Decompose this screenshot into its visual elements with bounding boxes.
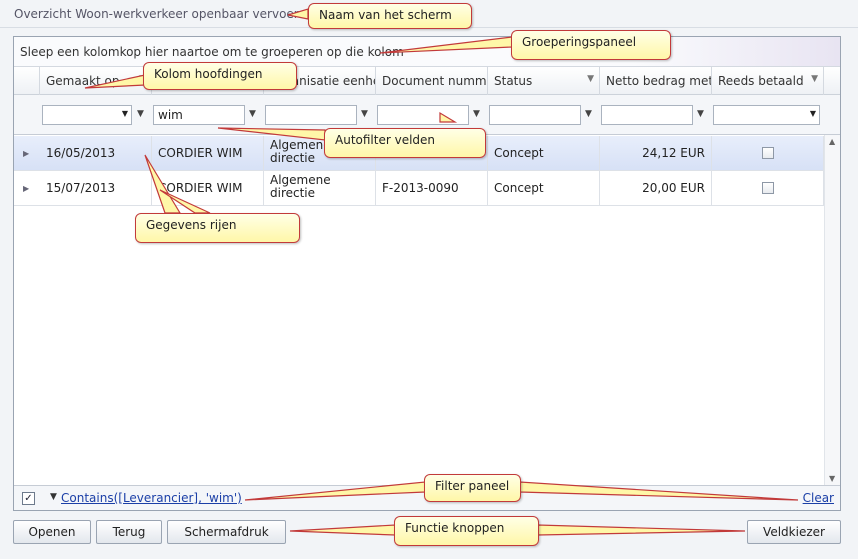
group-panel-text: Sleep een kolomkop hier naartoe om te gr… — [20, 45, 404, 59]
callout-function-buttons: Functie knoppen — [394, 516, 539, 546]
filter-enabled-checkbox[interactable]: ✓ — [22, 492, 35, 505]
cell-status: Concept — [488, 136, 600, 171]
column-header-document-nummer[interactable]: Document nummer — [376, 67, 488, 95]
column-header-status[interactable]: Status ▼ — [488, 67, 600, 95]
callout-screen-name: Naam van het scherm — [308, 3, 472, 29]
field-chooser-button[interactable]: Veldkiezer — [747, 520, 841, 544]
scroll-down-icon[interactable]: ▼ — [829, 474, 835, 483]
column-header-label: Reeds betaald — [718, 74, 804, 88]
autofilter-netto-bedrag[interactable] — [601, 105, 693, 125]
filter-icon[interactable]: ▼ — [249, 109, 256, 119]
column-header-netto-bedrag[interactable]: Netto bedrag met — [600, 67, 712, 95]
cell-reeds-betaald — [712, 136, 824, 171]
filter-icon[interactable]: ▼ — [585, 109, 592, 119]
clear-filter-link[interactable]: Clear — [803, 491, 834, 505]
cell-reeds-betaald — [712, 171, 824, 206]
column-header-label: Document nummer — [382, 74, 488, 88]
callout-group-panel: Groeperingspaneel — [511, 30, 671, 60]
filter-icon[interactable]: ▼ — [697, 109, 704, 119]
filter-icon[interactable]: ▼ — [361, 109, 368, 119]
autofilter-gemaakt-op[interactable]: ▼ — [42, 105, 132, 125]
filter-icon[interactable]: ▼ — [811, 74, 818, 84]
paid-checkbox[interactable] — [762, 147, 774, 159]
header-expander — [14, 67, 40, 95]
filter-icon[interactable]: ▼ — [473, 109, 480, 119]
table-row[interactable]: ▶ 15/07/2013 CORDIER WIM Algemene direct… — [14, 171, 824, 206]
cell-organisatie-eenheid: Algemene directie — [264, 171, 376, 206]
callout-data-rows: Gegevens rijen — [135, 213, 300, 243]
autofilter-status[interactable] — [489, 105, 581, 125]
filter-icon[interactable]: ▼ — [137, 109, 144, 119]
autofilter-leverancier[interactable]: wim — [153, 105, 245, 125]
dropdown-arrow-icon[interactable]: ▼ — [810, 109, 816, 118]
column-header-reeds-betaald[interactable]: Reeds betaald ▼ — [712, 67, 824, 95]
cell-netto-bedrag: 24,12 EUR — [600, 136, 712, 171]
cell-netto-bedrag: 20,00 EUR — [600, 171, 712, 206]
row-expand-icon[interactable]: ▶ — [23, 184, 29, 193]
cell-leverancier: CORDIER WIM — [152, 136, 264, 171]
column-header-label: Status — [494, 74, 533, 88]
group-panel[interactable]: Sleep een kolomkop hier naartoe om te gr… — [14, 37, 840, 67]
scroll-up-icon[interactable]: ▲ — [829, 137, 835, 146]
window-title: Overzicht Woon-werkverkeer openbaar verv… — [14, 7, 299, 21]
column-header-label: Netto bedrag met — [606, 74, 712, 88]
column-header-label: Gemaakt op — [46, 74, 120, 88]
callout-autofilter: Autofilter velden — [324, 128, 486, 158]
open-button[interactable]: Openen — [13, 520, 91, 544]
callout-column-headers: Kolom hoofdingen — [143, 62, 297, 90]
autofilter-document-nummer[interactable] — [377, 105, 469, 125]
cell-leverancier: CORDIER WIM — [152, 171, 264, 206]
cell-document-nummer: F-2013-0090 — [376, 171, 488, 206]
column-header-gemaakt-op[interactable]: Gemaakt op ▼ — [40, 67, 152, 95]
screen-print-button[interactable]: Schermafdruk — [167, 520, 286, 544]
filter-icon: ▼ — [50, 492, 57, 502]
cell-status: Concept — [488, 171, 600, 206]
filter-expression-link[interactable]: Contains([Leverancier], 'wim') — [61, 491, 242, 505]
data-grid: Sleep een kolomkop hier naartoe om te gr… — [13, 36, 841, 511]
autofilter-reeds-betaald[interactable]: ▼ — [713, 105, 820, 125]
row-expand-icon[interactable]: ▶ — [23, 149, 29, 158]
paid-checkbox[interactable] — [762, 182, 774, 194]
vertical-scrollbar[interactable]: ▲ ▼ — [824, 135, 840, 485]
filter-icon[interactable]: ▼ — [587, 74, 594, 84]
autofilter-organisatie-eenheid[interactable] — [265, 105, 357, 125]
autofilter-leverancier-value: wim — [158, 108, 183, 122]
column-header-row: Gemaakt op ▼ ▼ Organisatie eenhe Documen… — [14, 67, 840, 95]
cell-gemaakt-op: 16/05/2013 — [40, 136, 152, 171]
dropdown-arrow-icon[interactable]: ▼ — [122, 109, 128, 118]
cell-gemaakt-op: 15/07/2013 — [40, 171, 152, 206]
back-button[interactable]: Terug — [96, 520, 162, 544]
callout-filter-panel: Filter paneel — [424, 474, 521, 502]
